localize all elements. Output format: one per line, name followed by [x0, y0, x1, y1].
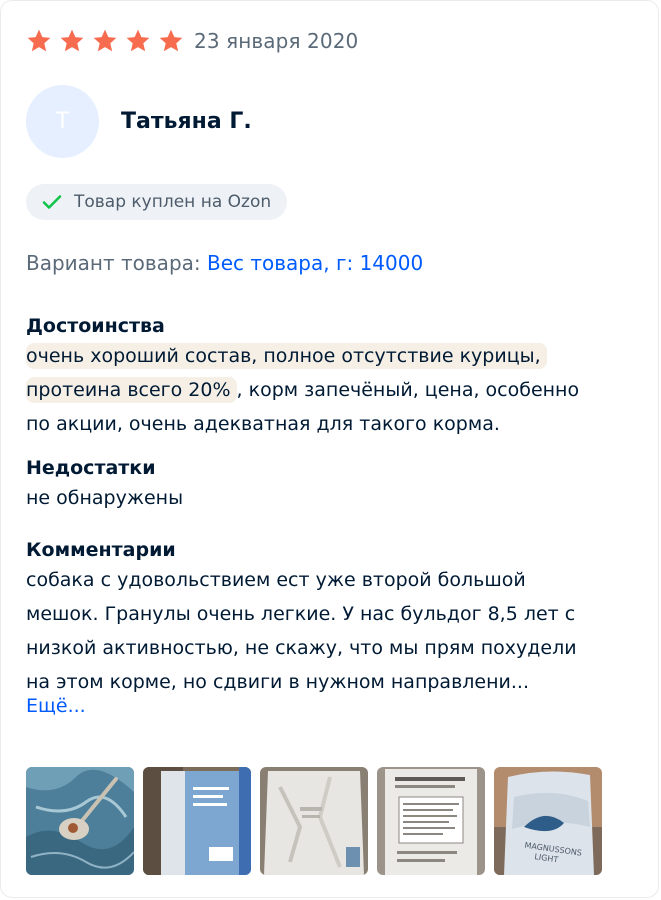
cons-title: Недостатки — [26, 457, 156, 479]
product-variant: Вариант товара: Вес товара, г: 14000 — [26, 251, 423, 275]
avatar: Т — [26, 85, 99, 158]
photo-thumbnail[interactable] — [26, 767, 134, 875]
comment-line: низкой активностью, не скажу, что мы пря… — [26, 637, 577, 659]
star-icon — [159, 29, 183, 52]
star-icon — [60, 29, 84, 52]
review-date: 23 января 2020 — [194, 29, 359, 53]
star-icon — [93, 29, 117, 52]
pros-section: Достоинства очень хороший состав, полное… — [26, 315, 646, 441]
review-photos: MAGNUSSONS LIGHT — [26, 767, 602, 875]
read-more-link[interactable]: Ещё... — [26, 695, 86, 717]
cons-section: Недостатки не обнаружены — [26, 457, 646, 515]
pros-text-rest: , корм запечёный, цена, особенно — [236, 379, 580, 401]
photo-thumbnail[interactable] — [260, 767, 368, 875]
photo-thumbnail[interactable]: MAGNUSSONS LIGHT — [494, 767, 602, 875]
review-author: Т Татьяна Г. — [26, 85, 252, 158]
pros-highlight-1: очень хороший состав, полное отсутствие … — [26, 343, 547, 369]
pros-title: Достоинства — [26, 315, 165, 337]
variant-link[interactable]: Вес товара, г: 14000 — [207, 251, 423, 275]
purchase-badge-label: Товар куплен на Ozon — [74, 192, 272, 212]
review-card: 23 января 2020 Т Татьяна Г. Товар куплен… — [0, 0, 659, 898]
review-header: 23 января 2020 — [26, 25, 358, 57]
rating-stars — [26, 28, 184, 54]
photo-thumbnail[interactable] — [377, 767, 485, 875]
comment-line: мешок. Гранулы очень легкие. У нас бульд… — [26, 603, 576, 625]
pros-text-line-3: по акции, очень адекватная для такого ко… — [26, 413, 500, 435]
comment-line: собака с удовольствием ест уже второй бо… — [26, 569, 526, 591]
avatar-initial: Т — [55, 109, 70, 134]
cons-text: не обнаружены — [26, 487, 184, 509]
comment-line: на этом корме, но сдвиги в нужном направ… — [26, 671, 529, 693]
photo-thumbnail[interactable] — [143, 767, 251, 875]
star-icon — [126, 29, 150, 52]
comment-title: Комментарии — [26, 539, 176, 561]
comment-text: собака с удовольствием ест уже второй бо… — [26, 563, 646, 699]
variant-label: Вариант товара: — [26, 251, 201, 275]
author-name: Татьяна Г. — [121, 109, 252, 134]
checkmark-icon — [42, 195, 62, 209]
pros-text: очень хороший состав, полное отсутствие … — [26, 339, 646, 441]
purchase-badge: Товар куплен на Ozon — [26, 184, 288, 220]
star-icon — [27, 29, 51, 52]
pros-highlight-2: протеина всего 20% — [26, 377, 237, 403]
comment-section: Комментарии собака с удовольствием ест у… — [26, 539, 646, 699]
